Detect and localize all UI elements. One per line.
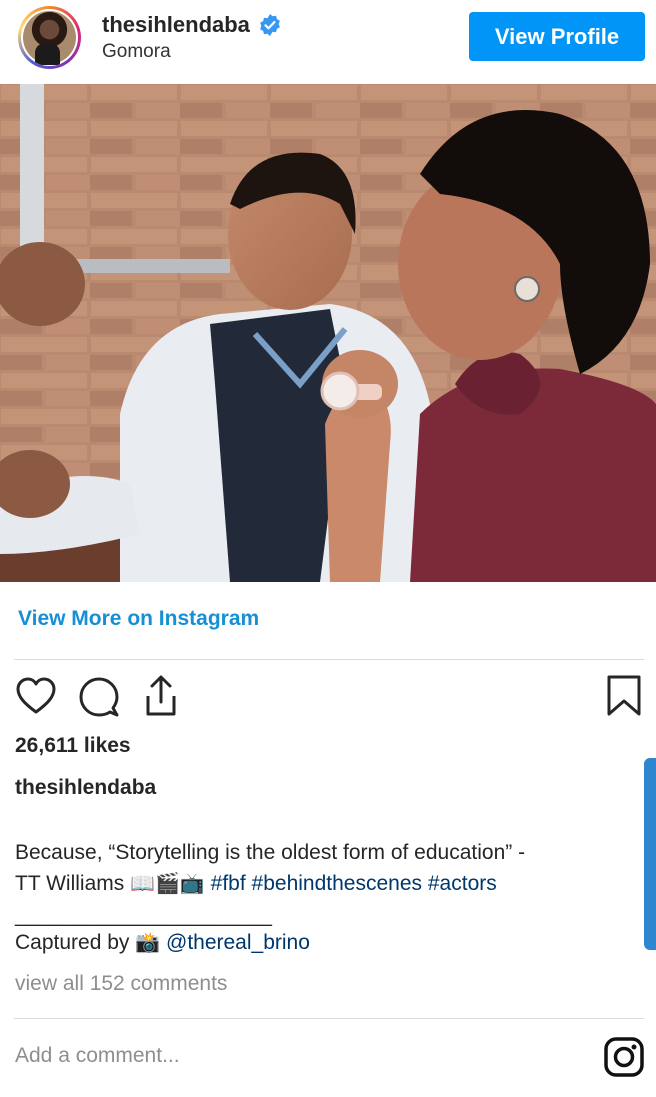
instagram-logo-icon[interactable] — [603, 1036, 645, 1078]
avatar-image — [21, 9, 78, 66]
avatar[interactable] — [18, 6, 81, 69]
caption-line-2: TT Williams 📖🎬📺 #fbf #behindthescenes #a… — [15, 868, 635, 899]
captured-by-label: Captured by — [15, 931, 136, 954]
username-link[interactable]: thesihlendaba — [102, 12, 250, 38]
post-header: thesihlendaba Gomora View Profile — [0, 0, 656, 84]
hashtag-link[interactable]: #actors — [428, 872, 497, 895]
mention-link[interactable]: @thereal_brino — [166, 931, 310, 954]
likes-count[interactable]: 26,611 likes — [15, 734, 131, 758]
username-row: thesihlendaba — [102, 12, 282, 38]
camera-icon: 📸 — [135, 930, 161, 954]
view-all-comments-link[interactable]: view all 152 comments — [15, 972, 227, 996]
add-comment-input[interactable]: Add a comment... — [15, 1044, 180, 1068]
post-caption: Because, “Storytelling is the oldest for… — [15, 837, 635, 958]
heart-icon[interactable] — [15, 676, 57, 716]
verified-badge-icon — [260, 14, 280, 36]
divider — [14, 1018, 644, 1019]
view-more-on-instagram-link[interactable]: View More on Instagram — [18, 607, 259, 631]
post-photo-image — [0, 84, 656, 582]
bookmark-icon[interactable] — [606, 674, 642, 718]
caption-line-credit: Captured by 📸 @thereal_brino — [15, 927, 635, 958]
view-profile-button[interactable]: View Profile — [469, 12, 645, 61]
feedback-side-tab[interactable] — [644, 758, 656, 950]
caption-line-1: Because, “Storytelling is the oldest for… — [15, 841, 526, 864]
caption-username[interactable]: thesihlendaba — [15, 776, 156, 800]
post-photo[interactable] — [0, 84, 656, 582]
divider — [14, 659, 644, 660]
caption-emojis: 📖🎬📺 — [130, 871, 205, 895]
hashtag-link[interactable]: #fbf — [211, 872, 246, 895]
caption-author-credit: TT Williams — [15, 872, 131, 895]
location-label[interactable]: Gomora — [102, 41, 171, 63]
caption-separator: ______________________ — [15, 904, 272, 927]
comment-icon[interactable] — [78, 676, 120, 718]
share-icon[interactable] — [140, 674, 182, 718]
hashtag-link[interactable]: #behindthescenes — [252, 872, 422, 895]
